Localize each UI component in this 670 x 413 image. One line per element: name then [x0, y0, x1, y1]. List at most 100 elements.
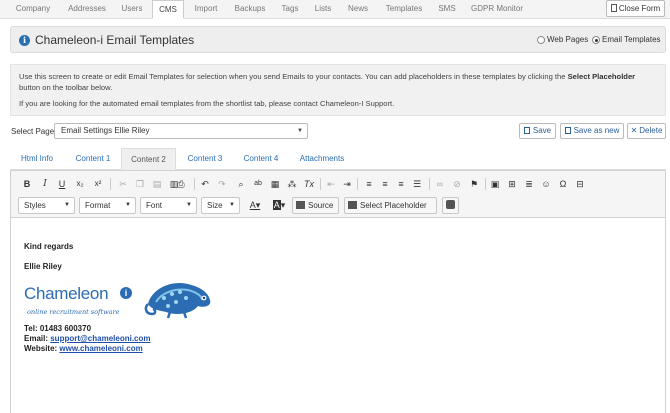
select-all-icon[interactable]: ▦	[267, 176, 283, 192]
source-button[interactable]: Source	[292, 197, 339, 214]
cut-icon[interactable]: ✂	[115, 176, 131, 192]
email-link[interactable]: support@chameleoni.com	[50, 334, 150, 343]
website-line: Website: www.chameleoni.com	[24, 344, 143, 353]
font-dropdown[interactable]: Font ▼	[140, 197, 197, 214]
tab-gdpr-monitor[interactable]: GDPR Monitor	[466, 0, 528, 19]
name-text: Ellie Riley	[24, 262, 62, 271]
tab-users[interactable]: Users	[116, 0, 148, 19]
undo-icon[interactable]: ↶	[197, 176, 213, 192]
logo-tagline: online recruitment software	[27, 308, 120, 316]
background-color-icon[interactable]: A▾	[268, 197, 290, 213]
size-dropdown[interactable]: Size ▼	[201, 197, 240, 214]
tab-html-info[interactable]: Html Info	[10, 148, 64, 170]
tab-content-3[interactable]: Content 3	[178, 148, 232, 170]
copy-icon[interactable]: ❐	[132, 176, 148, 192]
tab-lists[interactable]: Lists	[309, 0, 337, 19]
unlink-icon[interactable]: ⊘	[449, 176, 465, 192]
select-placeholder-label: Select Placeholder	[360, 201, 427, 210]
indent-icon[interactable]: ⇥	[339, 176, 355, 192]
description-bold: Select Placeholder	[567, 72, 636, 81]
info-icon: i	[19, 35, 30, 46]
format-dropdown[interactable]: Format ▼	[79, 197, 136, 214]
tab-templates[interactable]: Templates	[380, 0, 428, 19]
tab-import[interactable]: Import	[189, 0, 223, 19]
website-link[interactable]: www.chameleoni.com	[59, 344, 142, 353]
toolbar-separator	[110, 178, 111, 190]
font-label: Font	[146, 201, 163, 210]
horizontal-line-icon[interactable]: ≣	[521, 176, 537, 192]
tel-line: Tel: 01483 600370	[24, 324, 91, 333]
camera-button[interactable]	[442, 197, 459, 214]
email-line: Email: support@chameleoni.com	[24, 334, 151, 343]
close-form-label: Close Form	[618, 4, 661, 13]
chevron-down-icon: ▼	[186, 202, 192, 208]
tab-content-1[interactable]: Content 1	[66, 148, 120, 170]
select-page-label: Select Page	[11, 127, 55, 136]
chevron-down-icon: ▼	[229, 202, 235, 208]
chevron-down-icon: ▼	[125, 202, 131, 208]
tab-content-2[interactable]: Content 2	[121, 148, 176, 170]
align-center-icon[interactable]: ≡	[377, 176, 393, 192]
website-label: Website:	[24, 344, 60, 353]
source-icon	[296, 201, 305, 209]
align-right-icon[interactable]: ≡	[393, 176, 409, 192]
save-button[interactable]: Save	[519, 123, 556, 139]
save-as-new-button[interactable]: Save as new	[560, 123, 624, 139]
subscript-icon[interactable]: x₂	[72, 176, 88, 192]
logo-i-icon: i	[120, 287, 132, 299]
regards-line: Kind regards	[24, 242, 73, 251]
placeholder-icon	[348, 201, 357, 209]
tab-attachments[interactable]: Attachments	[290, 148, 354, 170]
bold-icon[interactable]: B	[19, 176, 35, 192]
radio-web-pages-label[interactable]: Web Pages	[547, 35, 588, 44]
editor-toolbar: B I U x₂ x² ✂ ❐ ▤ ▥ ⎙ ↶ ↷ ⌕ ab ▦ ⁂ Tx ⇤ …	[11, 171, 665, 218]
underline-icon[interactable]: U	[54, 176, 70, 192]
select-page-dropdown[interactable]: Email Settings Ellie Riley ▼	[54, 123, 308, 139]
toolbar-separator	[194, 178, 195, 190]
size-label: Size	[207, 201, 223, 210]
camera-icon	[446, 200, 455, 209]
styles-dropdown[interactable]: Styles ▼	[18, 197, 75, 214]
find-icon[interactable]: ⌕	[233, 176, 249, 192]
text-color-icon[interactable]: A▾	[244, 197, 266, 213]
toolbar-separator	[357, 178, 358, 190]
remove-format-icon[interactable]: Tx	[301, 176, 317, 192]
tab-news[interactable]: News	[342, 0, 374, 19]
redo-icon[interactable]: ↷	[214, 176, 230, 192]
align-left-icon[interactable]: ≡	[361, 176, 377, 192]
radio-email-templates[interactable]	[592, 36, 600, 44]
select-placeholder-button[interactable]: Select Placeholder	[344, 197, 437, 214]
spellcheck-icon[interactable]: ⁂	[284, 176, 300, 192]
replace-icon[interactable]: ab	[250, 176, 266, 192]
radio-web-pages[interactable]	[537, 36, 545, 44]
table-icon[interactable]: ⊞	[504, 176, 520, 192]
tab-backups[interactable]: Backups	[229, 0, 271, 19]
page-break-icon[interactable]: ⊟	[572, 176, 588, 192]
close-form-button[interactable]: Close Form	[606, 0, 665, 17]
radio-email-templates-label[interactable]: Email Templates	[602, 35, 661, 44]
tab-addresses[interactable]: Addresses	[64, 0, 110, 19]
chameleon-logo: Chameleon i online recruitment software	[24, 278, 216, 320]
tab-cms[interactable]: CMS	[152, 0, 184, 19]
print-icon[interactable]: ⎙	[173, 176, 189, 192]
paste-icon[interactable]: ▤	[149, 176, 165, 192]
chameleon-icon	[144, 282, 211, 319]
save-as-new-label: Save as new	[573, 126, 620, 135]
description-line-2: If you are looking for the automated ema…	[19, 99, 395, 108]
align-justify-icon[interactable]: ☰	[409, 176, 425, 192]
tab-content-4[interactable]: Content 4	[234, 148, 288, 170]
description-text-a: Use this screen to create or edit Email …	[19, 72, 568, 81]
save-as-new-icon	[564, 127, 571, 134]
superscript-icon[interactable]: x²	[90, 176, 106, 192]
image-icon[interactable]: ▣	[487, 176, 503, 192]
italic-icon[interactable]: I	[37, 176, 53, 192]
special-char-icon[interactable]: Ω	[555, 176, 571, 192]
outdent-icon[interactable]: ⇤	[323, 176, 339, 192]
delete-button[interactable]: ✕ Delete	[627, 123, 666, 139]
smiley-icon[interactable]: ☺	[538, 176, 554, 192]
anchor-flag-icon[interactable]: ⚑	[466, 176, 482, 192]
link-icon[interactable]: ∞	[432, 176, 448, 192]
tab-tags[interactable]: Tags	[277, 0, 303, 19]
tab-company[interactable]: Company	[10, 0, 56, 19]
tab-sms[interactable]: SMS	[434, 0, 460, 19]
